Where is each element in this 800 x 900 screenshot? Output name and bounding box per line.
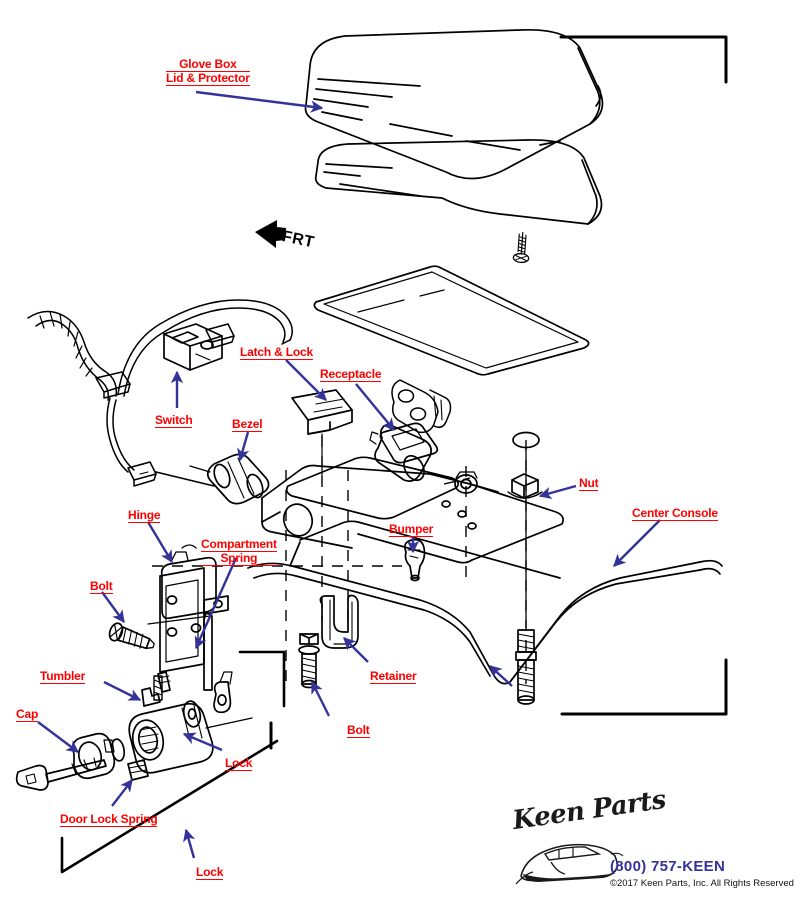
- leader-hinge: [146, 521, 174, 564]
- leader-nut: [538, 484, 577, 500]
- leader-retainer: [343, 637, 369, 663]
- label-line: Bolt: [347, 723, 370, 738]
- label-switch: Switch: [155, 413, 193, 428]
- label-cap: Cap: [16, 708, 38, 722]
- leader-bezel: [237, 431, 250, 462]
- label-lock-cylinder: Lock: [225, 757, 252, 771]
- label-line: Nut: [579, 476, 599, 491]
- label-line: Bumper: [389, 522, 434, 537]
- label-tumbler: Tumbler: [40, 670, 85, 684]
- label-glove-box-lid-protector: Glove Box Lid & Protector: [166, 58, 250, 86]
- corvette-car-icon: [515, 843, 624, 885]
- label-line: Cap: [16, 707, 39, 722]
- label-line: Compartment: [201, 537, 277, 552]
- leader-tumbler-top: [489, 665, 513, 687]
- label-line: Latch & Lock: [240, 345, 313, 360]
- leader-arrows: [37, 90, 661, 859]
- label-retainer: Retainer: [370, 669, 417, 684]
- label-line: Door Lock Spring: [60, 812, 158, 827]
- leader-glove-box-lid: [195, 90, 324, 113]
- label-line: Receptacle: [320, 367, 382, 382]
- label-receptacle: Receptacle: [320, 367, 382, 382]
- leader-bolt-hinge: [101, 591, 125, 624]
- leader-receptacle: [355, 383, 395, 431]
- label-line: Spring: [201, 552, 277, 566]
- diagram-canvas: FRT Glove Box Lid & Protector Latch & Lo…: [0, 0, 800, 900]
- label-lock-bracket: Lock: [196, 866, 223, 880]
- label-door-lock-spring: Door Lock Spring: [60, 812, 158, 827]
- leader-compartment-spring: [194, 557, 238, 650]
- label-hinge: Hinge: [128, 508, 161, 523]
- label-line: Lock: [196, 865, 224, 880]
- label-line: Bezel: [232, 417, 263, 432]
- leader-cap: [37, 721, 79, 753]
- label-line: Bolt: [90, 579, 113, 594]
- leader-tumbler: [103, 680, 142, 702]
- label-line: Tumbler: [40, 669, 86, 684]
- label-bezel: Bezel: [232, 417, 263, 432]
- label-line: Hinge: [128, 508, 161, 523]
- label-bolt-hinge: Bolt: [90, 580, 113, 594]
- leader-bolt-lower: [310, 680, 331, 717]
- label-latch-and-lock: Latch & Lock: [240, 346, 313, 360]
- copyright-notice: ©2017 Keen Parts, Inc. All Rights Reserv…: [610, 878, 794, 889]
- leader-door-lock-spring: [111, 779, 133, 807]
- label-line: Glove Box: [166, 58, 250, 72]
- label-bolt-lower: Bolt: [347, 724, 370, 738]
- label-line: Center Console: [632, 506, 718, 521]
- label-center-console: Center Console: [632, 507, 718, 521]
- label-nut: Nut: [579, 476, 599, 491]
- label-line: Lock: [225, 756, 253, 771]
- contact-phone-number: (800) 757-KEEN: [610, 858, 726, 875]
- label-line: Lid & Protector: [166, 71, 250, 86]
- label-line: Retainer: [370, 669, 417, 684]
- leader-lock-cylinder: [182, 732, 223, 752]
- leader-lock-bracket: [183, 828, 196, 859]
- footer-logo-block: Keen Parts (800) 757-KEEN ©2017 Keen Par…: [505, 785, 800, 896]
- label-line: Switch: [155, 413, 193, 428]
- label-compartment-spring: Compartment Spring: [201, 538, 277, 566]
- label-bumper: Bumper: [389, 523, 433, 537]
- leader-center-console: [613, 519, 661, 567]
